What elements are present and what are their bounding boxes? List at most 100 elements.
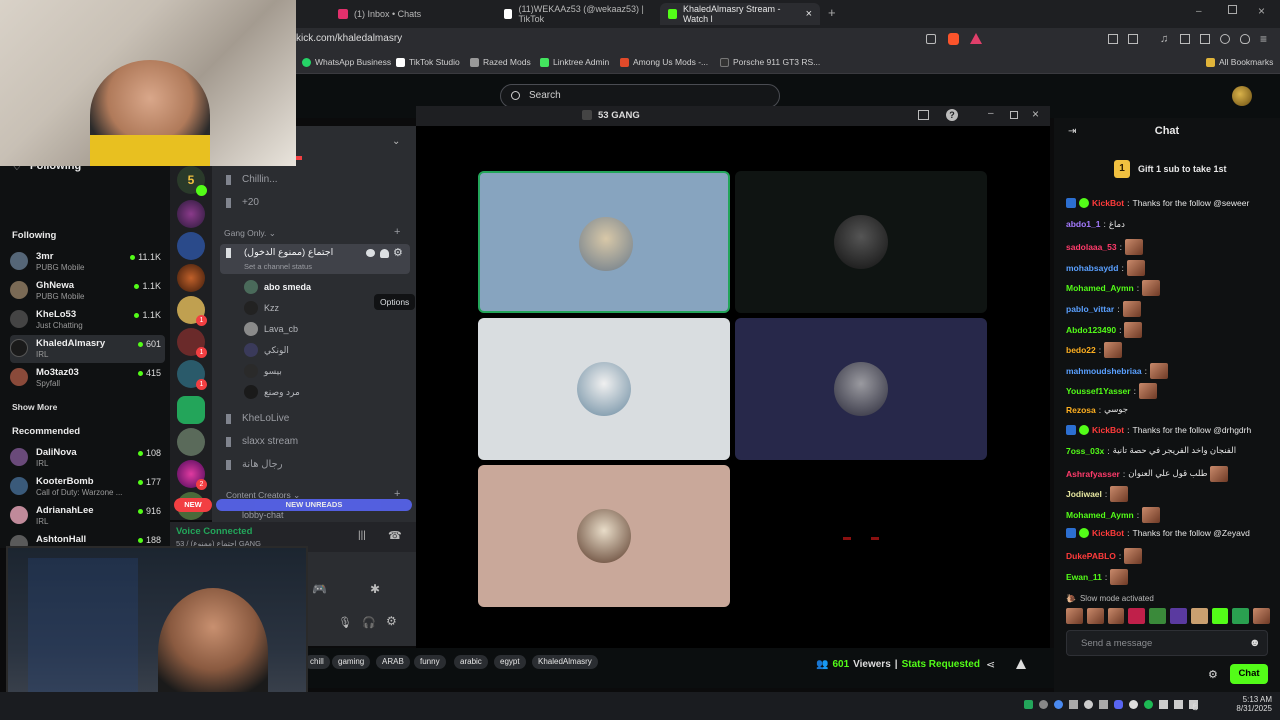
show-more-link[interactable]: Show More <box>12 402 57 412</box>
chat-username[interactable]: KickBot <box>1092 528 1124 538</box>
server-53-gang[interactable]: 5 <box>177 166 207 196</box>
chat-username[interactable]: Ewan_11 <box>1066 572 1102 582</box>
bookmark-among-us[interactable]: Among Us Mods -... <box>620 57 708 67</box>
add-channel-icon[interactable]: + <box>394 226 400 238</box>
leo-icon[interactable] <box>1240 34 1250 44</box>
tab-instagram-inbox[interactable]: (1) Inbox • Chats <box>330 3 490 25</box>
bookmark-tiktok-studio[interactable]: TikTok Studio <box>396 57 460 67</box>
chevron-down-icon[interactable]: ⌄ <box>392 136 400 147</box>
tray-icon[interactable] <box>1069 700 1078 709</box>
server-icon[interactable]: 2 <box>177 460 207 490</box>
chat-username[interactable]: bedo22 <box>1066 345 1096 355</box>
tag-arab[interactable]: ARAB <box>376 655 410 669</box>
microphone-icon[interactable]: 🎙 <box>338 616 352 629</box>
text-channel-lobby[interactable]: lobby-chat <box>242 510 284 520</box>
soundboard-icon[interactable]: ✱ <box>370 582 380 596</box>
voice-channel-men[interactable]: رجال هانة <box>226 459 283 470</box>
video-tile[interactable] <box>478 465 730 607</box>
share-icon[interactable]: ⋖ <box>986 658 995 671</box>
minimize-icon[interactable]: – <box>988 108 994 119</box>
brave-shield-icon[interactable] <box>948 33 959 45</box>
server-icon[interactable] <box>177 200 205 228</box>
bookmark-linktree[interactable]: Linktree Admin <box>540 57 609 67</box>
chat-username[interactable]: DukePABLO <box>1066 551 1116 561</box>
tray-icon[interactable] <box>1024 700 1033 709</box>
url-text[interactable]: kick.com/khaledalmasry <box>296 33 402 44</box>
close-icon[interactable]: × <box>1032 107 1039 121</box>
wifi-icon[interactable] <box>1159 700 1168 709</box>
chat-username[interactable]: pablo_vittar <box>1066 304 1114 314</box>
bookmark-porsche[interactable]: Porsche 911 GT3 RS... <box>720 57 820 67</box>
close-window-icon[interactable]: × <box>1258 4 1265 18</box>
voice-user[interactable]: مرد وصنع <box>244 385 300 399</box>
headphones-icon[interactable]: 🎧 <box>362 616 376 629</box>
all-bookmarks[interactable]: All Bookmarks <box>1206 57 1273 67</box>
maximize-icon[interactable] <box>1228 5 1237 14</box>
chat-username[interactable]: Abdo123490 <box>1066 325 1116 335</box>
sidebar-channel-dalinova[interactable]: DaliNova IRL 108 <box>10 444 165 472</box>
chat-input[interactable]: Send a message ☻ <box>1066 630 1268 656</box>
share-icon[interactable] <box>926 34 936 44</box>
tab-kick-stream[interactable]: KhaledAlmasry Stream - Watch l × <box>660 3 820 25</box>
bookmark-razed[interactable]: Razed Mods <box>470 57 531 67</box>
clock[interactable]: 5:13 AM 8/31/2025 <box>1226 695 1272 713</box>
bookmark-whatsapp[interactable]: WhatsApp Business <box>302 57 391 67</box>
brave-rewards-icon[interactable] <box>970 33 982 44</box>
tag-khaledalmasry[interactable]: KhaledAlmasry <box>532 655 598 669</box>
sidebar-channel-khaledalmasry[interactable]: KhaledAlmasry IRL 601 <box>10 335 165 363</box>
voice-channel-khelolive[interactable]: KheLoLive <box>226 413 289 424</box>
voice-channel-meeting[interactable]: اجتماع (ممنوع الدخول) Set a channel stat… <box>220 244 410 274</box>
chat-username[interactable]: mohabsaydd <box>1066 263 1118 273</box>
server-icon[interactable]: 1 <box>177 296 207 326</box>
emote[interactable] <box>1128 608 1146 624</box>
chat-username[interactable]: abdo1_1 <box>1066 219 1101 229</box>
voice-user[interactable]: الونكي <box>244 343 289 357</box>
server-icon[interactable] <box>177 264 205 292</box>
chat-username[interactable]: KickBot <box>1092 198 1124 208</box>
emote[interactable] <box>1107 608 1125 624</box>
emote[interactable] <box>1169 608 1187 624</box>
close-tab-icon[interactable]: × <box>806 8 812 20</box>
volume-icon[interactable] <box>1174 700 1183 709</box>
tray-icon[interactable] <box>1039 700 1048 709</box>
noise-suppression-icon[interactable]: ||| <box>358 530 366 541</box>
chat-username[interactable]: Ashrafyasser <box>1066 469 1120 479</box>
new-tab-icon[interactable]: + <box>828 5 836 20</box>
emote[interactable] <box>1211 608 1229 624</box>
chat-username[interactable]: KickBot <box>1092 425 1124 435</box>
sidebar-channel-ghnewa[interactable]: GhNewa PUBG Mobile 1.1K <box>10 277 165 305</box>
menu-icon[interactable]: ≡ <box>1260 32 1267 46</box>
voice-user[interactable]: Kzz <box>244 301 279 315</box>
gift-sub-banner[interactable]: 1 Gift 1 sub to take 1st <box>1114 160 1227 178</box>
sidebar-channel-mo3taz03[interactable]: Mo3taz03 Spyfall 415 <box>10 364 165 392</box>
chat-username[interactable]: 7oss_03x <box>1066 446 1104 456</box>
chat-settings-icon[interactable]: ⚙ <box>1208 668 1218 681</box>
tray-icon[interactable] <box>1129 700 1138 709</box>
disconnect-icon[interactable]: ☎ <box>388 529 402 542</box>
voice-user[interactable]: Lava_cb <box>244 322 298 336</box>
emote[interactable] <box>1086 608 1104 624</box>
gear-icon[interactable]: ⚙ <box>393 246 403 259</box>
sidebar-channel-adrianahlee[interactable]: AdrianahLee IRL 916 <box>10 502 165 530</box>
video-tile[interactable] <box>735 318 987 460</box>
settings-gear-icon[interactable]: ⚙ <box>386 614 397 628</box>
sidebar-channel-kooterbomb[interactable]: KooterBomb Call of Duty: Warzone ... 177 <box>10 473 165 501</box>
server-folder[interactable] <box>177 396 205 424</box>
tag-arabic[interactable]: arabic <box>454 655 488 669</box>
server-icon[interactable]: 1 <box>177 328 207 358</box>
video-tile[interactable] <box>735 465 987 607</box>
discord-tray-icon[interactable] <box>1114 700 1123 709</box>
help-icon[interactable]: ? <box>946 109 958 121</box>
sidebar-channel-khelo53[interactable]: KheLo53 Just Chatting 1.1K <box>10 306 165 334</box>
report-icon[interactable] <box>1016 659 1026 669</box>
category-gang-only[interactable]: Gang Only. ⌄ <box>224 228 276 239</box>
vpn-icon[interactable] <box>1220 34 1230 44</box>
tray-icon[interactable] <box>1084 700 1093 709</box>
wallet-icon[interactable] <box>1200 34 1210 44</box>
chat-username[interactable]: mahmoudshebriaa <box>1066 366 1142 376</box>
chat-username[interactable]: sadolaaa_53 <box>1066 242 1117 252</box>
chat-username[interactable]: Rezosa <box>1066 405 1096 415</box>
tray-icon[interactable] <box>1099 700 1108 709</box>
chat-username[interactable]: Mohamed_Aymn <box>1066 283 1134 293</box>
screenshot-icon[interactable] <box>1128 34 1138 44</box>
